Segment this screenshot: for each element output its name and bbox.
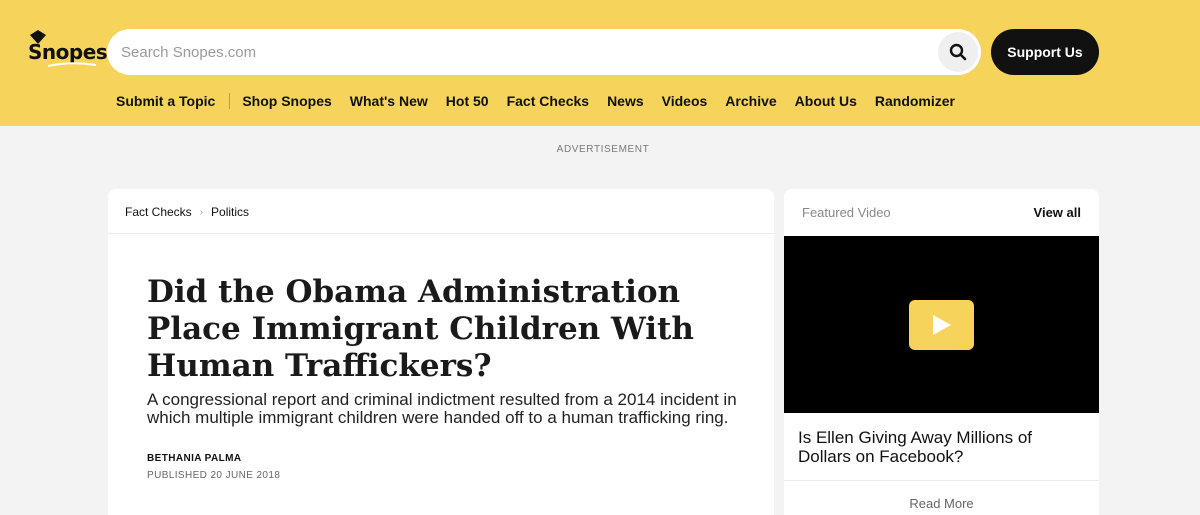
nav-videos[interactable]: Videos: [662, 93, 708, 109]
nav-archive[interactable]: Archive: [725, 93, 776, 109]
video-title[interactable]: Is Ellen Giving Away Millions of Dollars…: [798, 428, 1068, 466]
support-us-button[interactable]: Support Us: [991, 29, 1099, 75]
search-icon: [949, 43, 967, 61]
author-byline[interactable]: BETHANIA PALMA: [147, 453, 241, 464]
featured-video-card: Featured Video View all Is Ellen Giving …: [784, 189, 1099, 515]
nav-submit-topic[interactable]: Submit a Topic: [116, 93, 215, 109]
article-card: Fact Checks › Politics Did the Obama Adm…: [108, 189, 774, 515]
view-all-link[interactable]: View all: [1034, 205, 1081, 220]
search-input[interactable]: [121, 29, 921, 75]
video-player[interactable]: [784, 236, 1099, 413]
search-button[interactable]: [938, 32, 978, 72]
breadcrumb-politics[interactable]: Politics: [211, 205, 249, 219]
nav-whats-new[interactable]: What's New: [350, 93, 428, 109]
site-header: Snopes Support Us Submit a Topic Shop Sn…: [0, 0, 1200, 126]
nav-shop-snopes[interactable]: Shop Snopes: [242, 93, 331, 109]
breadcrumb: Fact Checks › Politics: [125, 205, 249, 219]
featured-video-label: Featured Video: [802, 205, 891, 220]
snopes-logo[interactable]: Snopes: [28, 30, 108, 67]
breadcrumb-fact-checks[interactable]: Fact Checks: [125, 205, 192, 219]
nav-news[interactable]: News: [607, 93, 644, 109]
nav-divider: [229, 93, 231, 109]
read-more-link[interactable]: Read More: [784, 496, 1099, 511]
published-date: PUBLISHED 20 JUNE 2018: [147, 470, 281, 481]
logo-swoosh-icon: [48, 62, 96, 67]
article-headline: Did the Obama Administration Place Immig…: [147, 274, 694, 384]
chevron-right-icon: ›: [199, 206, 204, 218]
nav-fact-checks[interactable]: Fact Checks: [507, 93, 589, 109]
article-subhead: A congressional report and criminal indi…: [147, 390, 737, 427]
video-divider: [784, 480, 1099, 481]
main-nav: Submit a Topic Shop Snopes What's New Ho…: [116, 92, 973, 110]
card-divider: [108, 233, 774, 234]
logo-text: Snopes: [28, 40, 108, 64]
search-bar: [107, 29, 981, 75]
play-icon: [932, 315, 951, 335]
nav-about-us[interactable]: About Us: [795, 93, 857, 109]
advertisement-label: ADVERTISEMENT: [556, 144, 650, 155]
play-button[interactable]: [909, 300, 974, 350]
nav-randomizer[interactable]: Randomizer: [875, 93, 955, 109]
nav-hot-50[interactable]: Hot 50: [446, 93, 489, 109]
